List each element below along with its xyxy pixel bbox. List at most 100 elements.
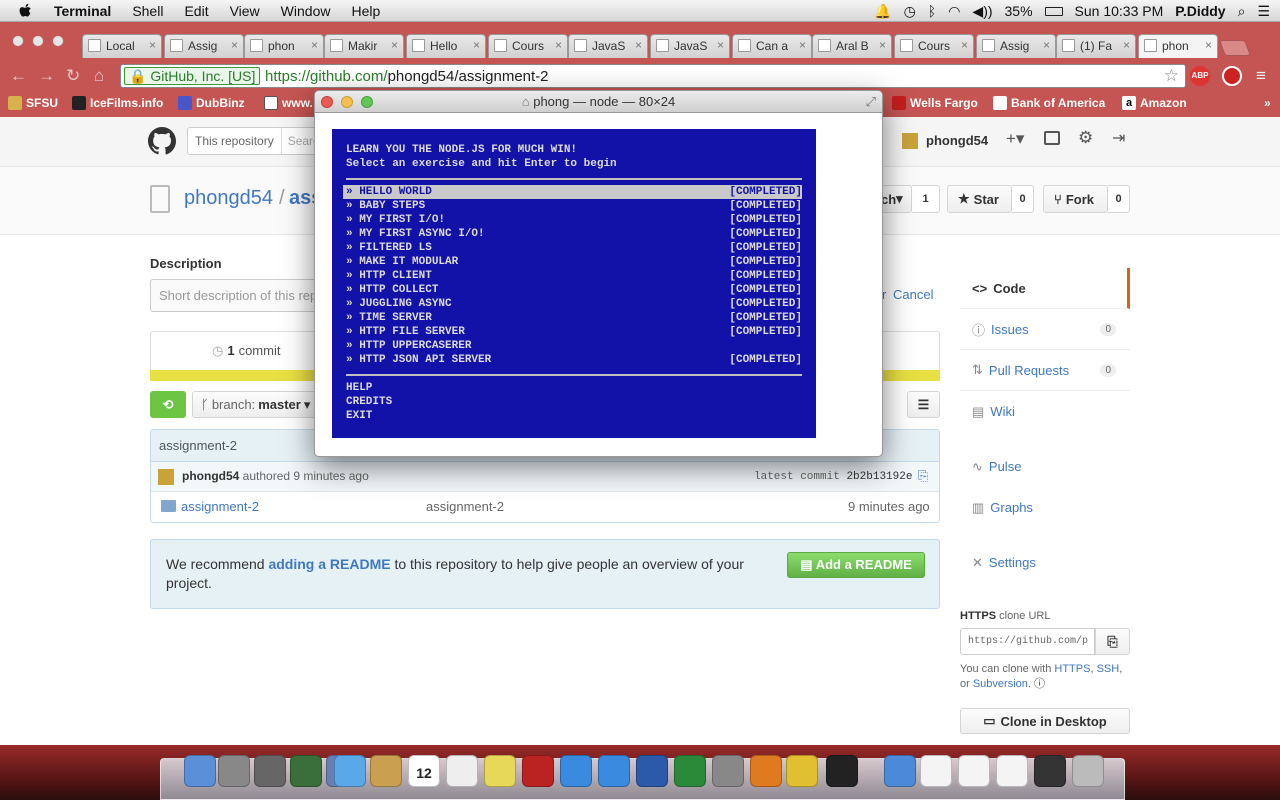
excel-icon[interactable] [674, 755, 706, 787]
exercise-item[interactable]: » MAKE IT MODULAR [COMPLETED] [343, 255, 802, 269]
nav-wiki[interactable]: ▤ Wiki [960, 391, 1130, 432]
bookmark-wells-fargo[interactable]: Wells Fargo [892, 96, 978, 110]
exercise-item[interactable]: » MY FIRST I/O! [COMPLETED] [343, 213, 802, 227]
exercise-item[interactable]: » BABY STEPS [COMPLETED] [343, 199, 802, 213]
sign-out-icon[interactable]: ⇥ [1112, 128, 1125, 148]
branch-selector[interactable]: ᚴ branch: master ▾ [192, 391, 322, 418]
menu-edit[interactable]: Edit [184, 3, 208, 19]
tab-close-icon[interactable]: × [879, 38, 886, 52]
automator-icon[interactable] [290, 755, 322, 787]
add-readme-button[interactable]: ▤ Add a README [787, 552, 925, 578]
exercise-item[interactable]: » HELLO WORLD [COMPLETED] [343, 185, 802, 199]
browser-tab[interactable]: Makir × [324, 34, 404, 58]
github-logo-icon[interactable] [148, 127, 176, 155]
chrome-document-icon[interactable] [958, 755, 990, 787]
launchpad-icon[interactable] [218, 755, 250, 787]
adding-readme-link[interactable]: adding a README [268, 556, 390, 572]
menu-shell[interactable]: Shell [132, 3, 163, 19]
chrome-icon[interactable] [786, 755, 818, 787]
itunes-icon[interactable] [560, 755, 592, 787]
browser-tab[interactable]: Cours × [894, 34, 974, 58]
apple-icon[interactable] [18, 3, 34, 19]
exercise-item[interactable]: » HTTP JSON API SERVER [COMPLETED] [343, 353, 802, 367]
terminal-minimize-icon[interactable] [341, 96, 353, 108]
close-window-icon[interactable] [12, 35, 24, 47]
mission-control-icon[interactable] [254, 755, 286, 787]
tab-close-icon[interactable]: × [1123, 38, 1130, 52]
browser-tab[interactable]: phon × [1138, 34, 1218, 58]
tab-close-icon[interactable]: × [311, 38, 318, 52]
exercise-item[interactable]: » MY FIRST ASYNC I/O! [COMPLETED] [343, 227, 802, 241]
extension-stop-icon[interactable] [1222, 66, 1242, 86]
bookmark-icefilms[interactable]: IceFilms.info [72, 96, 163, 110]
minimize-window-icon[interactable] [32, 35, 44, 47]
star-count[interactable]: 0 [1012, 185, 1034, 213]
browser-tab[interactable]: (1) Fa × [1056, 34, 1136, 58]
forward-icon[interactable]: → [38, 66, 55, 86]
browser-tab[interactable]: phon × [244, 34, 324, 58]
terminal-close-icon[interactable] [321, 96, 333, 108]
time-machine-icon[interactable]: ◷ [904, 3, 916, 20]
https-link[interactable]: HTTPS [1054, 663, 1090, 675]
user-name[interactable]: P.Diddy [1175, 3, 1225, 19]
terminal-icon[interactable] [826, 755, 858, 787]
clock[interactable]: Sun 10:33 PM [1075, 3, 1164, 19]
tab-close-icon[interactable]: × [231, 38, 238, 52]
bookmarks-overflow-icon[interactable]: » [1264, 96, 1271, 110]
inbox-icon[interactable] [1044, 131, 1060, 145]
contacts-icon[interactable] [370, 755, 402, 787]
terminal-zoom-icon[interactable] [361, 96, 373, 108]
bookmark-amazon[interactable]: a Amazon [1122, 96, 1187, 110]
word-icon[interactable] [636, 755, 668, 787]
applications-folder-icon[interactable] [884, 755, 916, 787]
home-icon[interactable]: ⌂ [94, 66, 104, 86]
fullscreen-icon[interactable]: ⤢ [866, 91, 876, 113]
nav-pull-requests[interactable]: ⇅ Pull Requests 0 [960, 350, 1130, 391]
trash-icon[interactable] [1072, 755, 1104, 787]
exercise-item[interactable]: » TIME SERVER [COMPLETED] [343, 311, 802, 325]
latest-commit[interactable]: latest commit 2b2b13192e [754, 471, 912, 483]
chrome-menu-icon[interactable]: ≡ [1256, 66, 1266, 86]
nav-settings[interactable]: ✕ Settings [960, 542, 1130, 583]
search-scope[interactable]: This repository [188, 128, 282, 154]
calendar-icon[interactable]: 12 [408, 755, 440, 787]
file-commit-message[interactable]: assignment-2 [426, 499, 504, 514]
bookmark-star-icon[interactable]: ☆ [1164, 66, 1179, 86]
browser-tab[interactable]: Local × [82, 34, 162, 58]
reload-icon[interactable]: ↻ [66, 66, 80, 86]
tab-close-icon[interactable]: × [149, 38, 156, 52]
bookmark-sfsu[interactable]: SFSU [8, 96, 58, 110]
sublime-text-icon[interactable] [750, 755, 782, 787]
exercise-item[interactable]: » HTTP UPPERCASERER [343, 339, 802, 353]
bookmark-dubbinz[interactable]: DubBinz [178, 96, 245, 110]
clone-in-desktop-button[interactable]: ▭ Clone in Desktop [960, 708, 1130, 734]
downloads-icon[interactable] [996, 755, 1028, 787]
ev-identity[interactable]: 🔒 GitHub, Inc. [US] [124, 67, 261, 85]
file-link[interactable]: assignment-2 [181, 499, 259, 514]
browser-tab[interactable]: JavaS × [568, 34, 648, 58]
finder-icon[interactable] [184, 755, 216, 787]
terminal-titlebar[interactable]: ⌂ phong — node — 80×24 ⤢ [315, 91, 882, 113]
tab-close-icon[interactable]: × [391, 38, 398, 52]
avatar[interactable] [902, 133, 918, 149]
browser-tab[interactable]: Cours × [488, 34, 568, 58]
bookmark-bank-of-america[interactable]: Bank of America [993, 96, 1105, 110]
tab-close-icon[interactable]: × [961, 38, 968, 52]
system-preferences-icon[interactable] [712, 755, 744, 787]
spotlight-icon[interactable]: ⌕ [1238, 3, 1246, 20]
browser-tab[interactable]: Hello × [406, 34, 486, 58]
reminders-icon[interactable] [446, 755, 478, 787]
menu-credits-option[interactable]: CREDITS [346, 395, 392, 409]
nav-code[interactable]: <> Code [960, 268, 1130, 309]
tab-close-icon[interactable]: × [717, 38, 724, 52]
terminal-screen[interactable]: LEARN YOU THE NODE.JS FOR MUCH WIN! Sele… [332, 129, 816, 438]
document-icon[interactable] [920, 755, 952, 787]
tab-close-icon[interactable]: × [1043, 38, 1050, 52]
address-bar[interactable]: 🔒 GitHub, Inc. [US] https://github.com/p… [120, 64, 1186, 88]
browser-tab[interactable]: Assig × [164, 34, 244, 58]
volume-icon[interactable]: ◀)) [972, 3, 992, 20]
search-box[interactable]: This repository Search [187, 127, 327, 155]
create-new-icon[interactable]: +▾ [1006, 129, 1024, 149]
fork-count[interactable]: 0 [1108, 185, 1130, 213]
commit-message[interactable]: assignment-2 [159, 438, 237, 453]
